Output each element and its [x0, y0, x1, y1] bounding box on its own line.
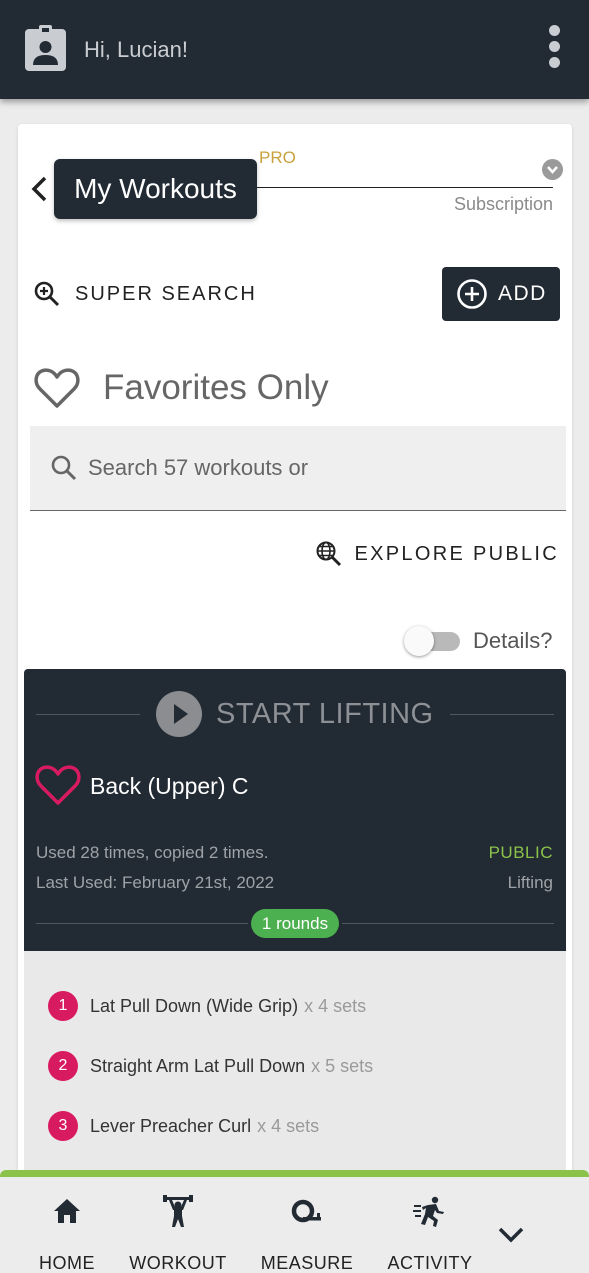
explore-public-label: EXPLORE PUBLIC [354, 542, 559, 565]
exercise-number: 2 [48, 1051, 78, 1081]
details-toggle-label: Details? [473, 628, 553, 653]
visibility-badge: PUBLIC [488, 843, 553, 862]
workout-search-field [30, 426, 566, 511]
workout-last-used: Last Used: February 21st, 2022 [36, 873, 275, 892]
search-input[interactable] [88, 450, 548, 486]
subscription-select-underline [257, 187, 553, 188]
subscription-select[interactable]: Subscription [454, 194, 553, 215]
nav-measure-label: MEASURE [260, 1253, 354, 1273]
badge-icon[interactable] [25, 25, 66, 71]
add-label: ADD [498, 282, 547, 305]
exercise-sets: x 5 sets [311, 1055, 374, 1076]
tape-measure-icon [291, 1199, 321, 1223]
nav-measure[interactable]: MEASURE [256, 1193, 358, 1273]
chevron-down-icon[interactable] [497, 1225, 525, 1245]
list-item[interactable]: 1 Lat Pull Down (Wide Grip) x 4 sets [48, 991, 366, 1021]
super-search-label: SUPER SEARCH [75, 282, 257, 305]
add-circle-icon [457, 279, 487, 309]
exercise-list: 1 Lat Pull Down (Wide Grip) x 4 sets 2 S… [24, 951, 566, 1177]
rounds-badge: 1 rounds [251, 909, 339, 938]
bottom-navigation: HOME WORKOUT MEASURE ACTIVITY [0, 1170, 589, 1273]
workout-name[interactable]: Back (Upper) C [90, 773, 248, 800]
exercise-number: 3 [48, 1111, 78, 1141]
greeting-text: Hi, Lucian! [84, 37, 188, 62]
details-toggle[interactable] [404, 626, 460, 656]
favorites-only-toggle[interactable]: Favorites Only [34, 367, 329, 409]
start-lifting-label: START LIFTING [216, 698, 434, 730]
exercise-sets: x 4 sets [304, 995, 367, 1016]
top-bar: Hi, Lucian! [0, 0, 589, 99]
start-lifting-button[interactable]: START LIFTING [36, 691, 554, 737]
exercise-number: 1 [48, 991, 78, 1021]
nav-activity-label: ACTIVITY [387, 1253, 473, 1273]
list-item[interactable]: 3 Lever Preacher Curl x 4 sets [48, 1111, 319, 1141]
chevron-down-icon[interactable] [542, 159, 563, 180]
more-options-icon[interactable] [546, 25, 562, 69]
exercise-name: Lat Pull Down (Wide Grip) [90, 995, 299, 1016]
globe-search-icon [316, 541, 341, 567]
home-icon [54, 1199, 80, 1223]
page-title: My Workouts [54, 159, 257, 219]
explore-public-button[interactable]: EXPLORE PUBLIC [315, 540, 560, 568]
nav-home-label: HOME [39, 1253, 95, 1273]
exercise-sets: x 4 sets [257, 1115, 320, 1136]
zoom-in-icon [34, 281, 60, 307]
heart-outline-icon [34, 368, 80, 408]
heart-favorite-icon[interactable] [35, 764, 81, 806]
back-arrow-icon[interactable] [30, 176, 48, 202]
search-icon [51, 455, 77, 481]
nav-activity[interactable]: ACTIVITY [384, 1193, 476, 1273]
subscription-label: PRO [259, 148, 296, 167]
favorites-only-label: Favorites Only [103, 368, 329, 407]
details-toggle-row: Details? [404, 626, 552, 656]
workout-usage: Used 28 times, copied 2 times. [36, 843, 269, 862]
add-button[interactable]: ADD [442, 267, 560, 321]
workout-type: Lifting [507, 873, 553, 892]
run-icon [413, 1196, 444, 1227]
weightlifter-icon [163, 1195, 193, 1227]
workout-card[interactable]: START LIFTING Back (Upper) C Used 28 tim… [24, 669, 566, 951]
super-search-button[interactable]: SUPER SEARCH [33, 279, 257, 309]
exercise-name: Lever Preacher Curl [90, 1115, 252, 1136]
nav-home[interactable]: HOME [32, 1193, 102, 1273]
nav-workout[interactable]: WORKOUT [126, 1193, 230, 1273]
rounds-row: 1 rounds [36, 909, 554, 938]
nav-workout-label: WORKOUT [129, 1253, 227, 1273]
play-icon [156, 691, 202, 737]
list-item[interactable]: 2 Straight Arm Lat Pull Down x 5 sets [48, 1051, 373, 1081]
exercise-name: Straight Arm Lat Pull Down [90, 1055, 306, 1076]
